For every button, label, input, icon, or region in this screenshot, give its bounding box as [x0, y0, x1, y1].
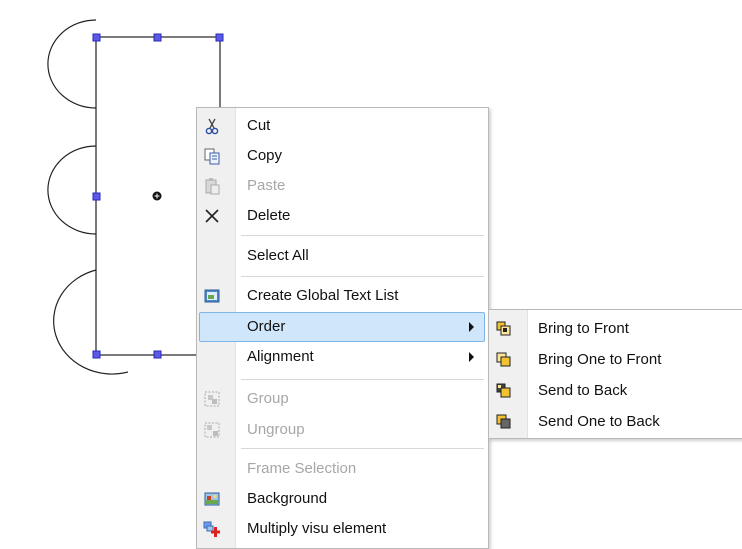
submenu-item-send-to-back[interactable]: Send to Back	[489, 376, 742, 406]
text-list-icon	[204, 289, 220, 303]
resize-handle-top-left[interactable]	[92, 33, 101, 42]
submenu-arrow-icon	[469, 322, 474, 332]
menu-item-label: Copy	[247, 147, 283, 164]
background-image-icon	[204, 492, 220, 506]
resize-handle-middle-left[interactable]	[92, 192, 101, 201]
circle-shape-top[interactable]	[47, 19, 97, 109]
ungroup-icon	[204, 422, 220, 438]
menu-separator	[241, 448, 484, 449]
submenu-arrow-icon	[469, 352, 474, 362]
bring-to-front-icon	[496, 321, 511, 336]
menu-item-multiply-visu-element[interactable]: Multiply visu element	[197, 514, 488, 544]
menu-item-copy[interactable]: Copy	[197, 141, 488, 171]
menu-item-label: Order	[247, 318, 286, 335]
menu-item-label: Select All	[247, 247, 309, 264]
resize-handle-top-right[interactable]	[215, 33, 224, 42]
bring-forward-icon	[496, 352, 511, 367]
scissors-icon	[205, 118, 219, 135]
menu-item-paste[interactable]: Paste	[197, 171, 488, 201]
menu-item-alignment[interactable]: Alignment	[197, 342, 488, 372]
multiply-element-icon	[203, 521, 220, 537]
submenu-item-bring-one-to-front[interactable]: Bring One to Front	[489, 345, 742, 375]
menu-item-label: Frame Selection	[247, 460, 357, 477]
menu-item-cut[interactable]: Cut	[197, 111, 488, 141]
delete-x-icon	[205, 209, 219, 223]
paste-icon	[205, 178, 220, 195]
order-submenu: Bring to Front Bring One to Front Send t…	[488, 309, 742, 439]
menu-item-background[interactable]: Background	[197, 484, 488, 514]
menu-item-label: Create Global Text List	[247, 287, 399, 304]
menu-item-label: Cut	[247, 117, 271, 134]
menu-item-group[interactable]: Group	[197, 384, 488, 414]
menu-item-label: Bring to Front	[538, 320, 629, 337]
menu-item-label: Group	[247, 390, 289, 407]
send-backward-icon	[496, 414, 511, 429]
copy-icon	[204, 148, 220, 165]
menu-item-ungroup[interactable]: Ungroup	[197, 415, 488, 445]
rotation-center-marker[interactable]	[152, 191, 162, 201]
menu-separator	[241, 235, 484, 236]
circle-shape-middle[interactable]	[47, 145, 97, 235]
menu-separator	[241, 379, 484, 380]
menu-separator	[241, 276, 484, 277]
menu-item-create-global-text-list[interactable]: Create Global Text List	[197, 281, 488, 311]
context-menu: Cut Copy Paste Delete Select All Create …	[196, 107, 489, 549]
group-icon	[204, 391, 220, 407]
menu-item-highlight	[199, 312, 485, 342]
menu-item-select-all[interactable]: Select All	[197, 241, 488, 271]
menu-item-label: Alignment	[247, 348, 314, 365]
menu-item-label: Multiply visu element	[247, 520, 387, 537]
submenu-item-send-one-to-back[interactable]: Send One to Back	[489, 407, 742, 437]
submenu-item-bring-to-front[interactable]: Bring to Front	[489, 314, 742, 344]
menu-item-frame-selection[interactable]: Frame Selection	[197, 454, 488, 484]
menu-item-label: Send One to Back	[538, 413, 660, 430]
menu-item-label: Send to Back	[538, 382, 628, 399]
resize-handle-bottom-left[interactable]	[92, 350, 101, 359]
menu-item-delete[interactable]: Delete	[197, 201, 488, 231]
send-to-back-icon	[496, 383, 511, 398]
resize-handle-bottom-center[interactable]	[153, 350, 162, 359]
menu-item-label: Background	[247, 490, 328, 507]
resize-handle-top-center[interactable]	[153, 33, 162, 42]
menu-item-label: Ungroup	[247, 421, 305, 438]
menu-item-label: Paste	[247, 177, 286, 194]
menu-item-order[interactable]: Order	[197, 312, 488, 342]
menu-item-label: Bring One to Front	[538, 351, 662, 368]
menu-item-label: Delete	[247, 207, 291, 224]
